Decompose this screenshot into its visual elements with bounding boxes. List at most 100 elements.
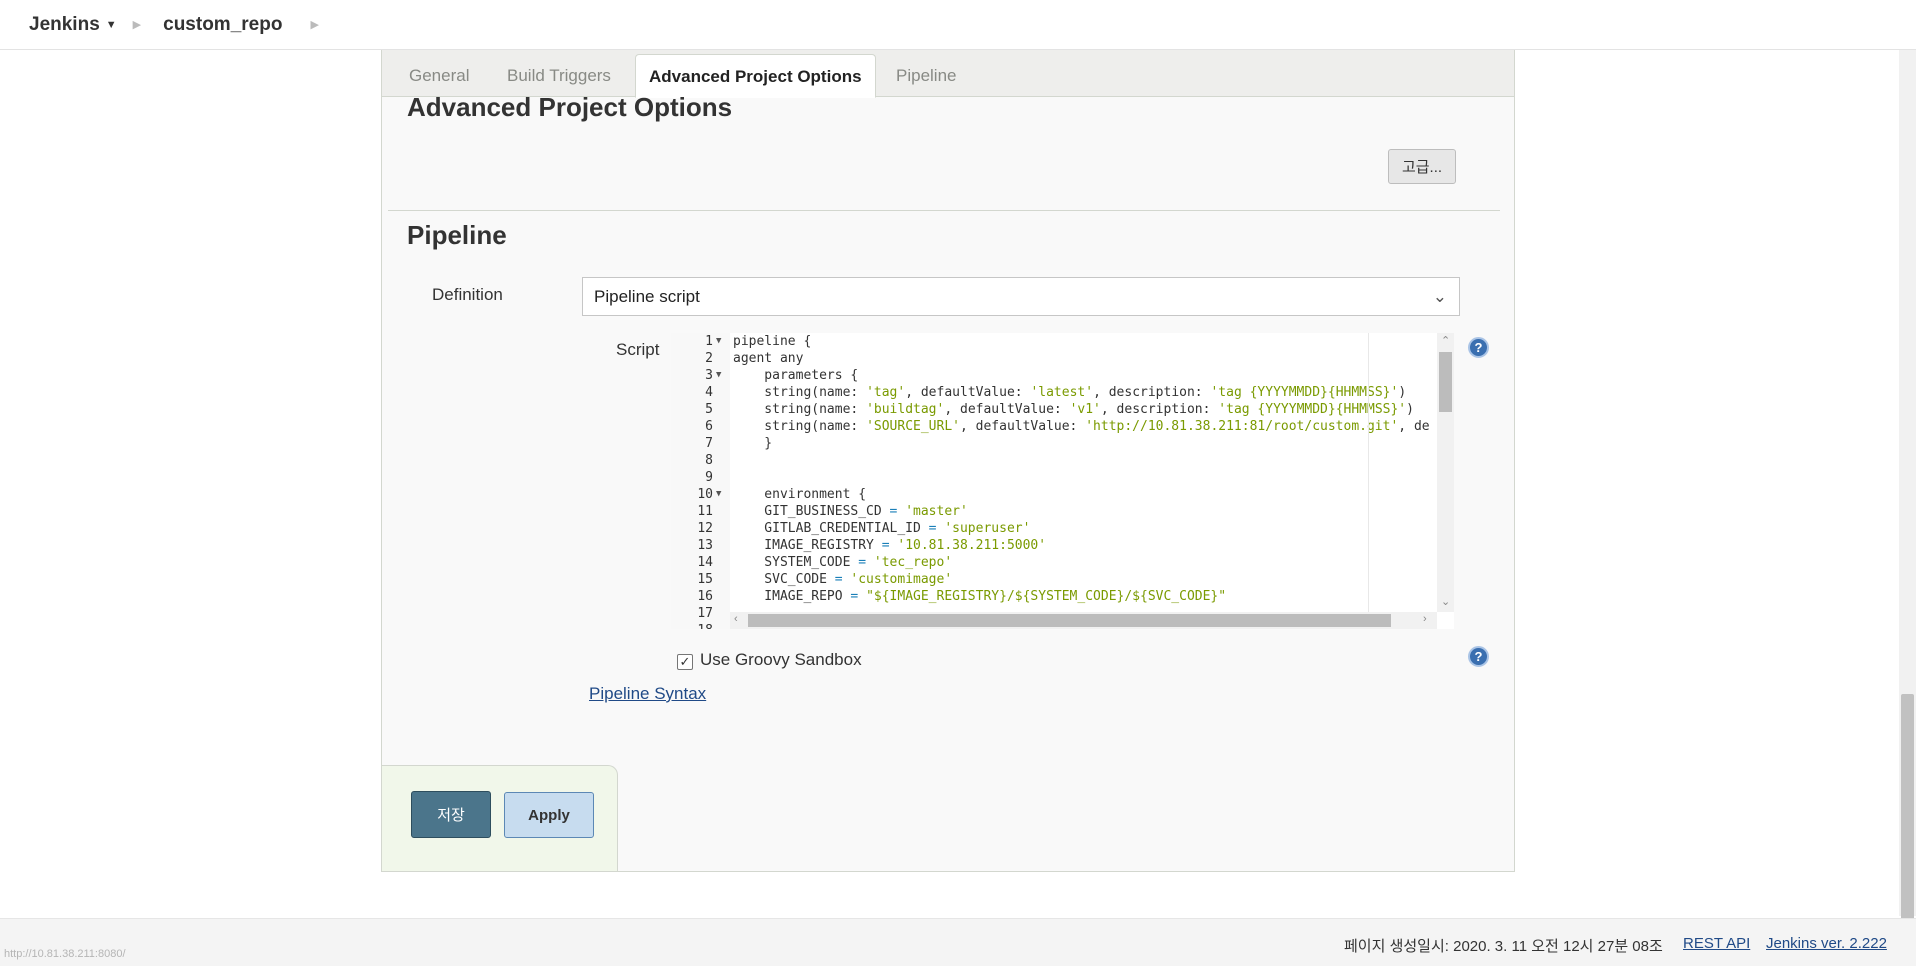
script-editor[interactable]: 1 ▼ pipeline {2 agent any 3 ▼ parameters {4 s… xyxy=(671,333,1454,629)
scroll-up-icon[interactable]: ⌃ xyxy=(1441,334,1450,347)
help-icon[interactable]: ? xyxy=(1468,646,1489,667)
page-scrollbar[interactable] xyxy=(1899,50,1916,964)
editor-horizontal-scrollbar[interactable]: ‹ › xyxy=(730,612,1437,629)
code-line[interactable]: 1 ▼ pipeline { xyxy=(671,333,1391,350)
groovy-sandbox-checkbox[interactable]: ✓ xyxy=(677,654,693,670)
code-text: GITLAB_CREDENTIAL_ID = 'superuser' xyxy=(733,520,1030,537)
code-token: string(name: xyxy=(733,402,867,417)
pipeline-heading: Pipeline xyxy=(407,220,507,250)
breadcrumb-job[interactable]: custom_repo xyxy=(163,14,282,36)
code-text: IMAGE_REGISTRY = '10.81.38.211:5000' xyxy=(733,537,1046,554)
code-operator: = xyxy=(928,521,937,536)
apply-button[interactable]: Apply xyxy=(504,792,594,838)
editor-vertical-scrollbar[interactable]: ⌃ ⌄ xyxy=(1437,333,1454,612)
save-button[interactable]: 저장 xyxy=(411,791,491,838)
tab-build-triggers[interactable]: Build Triggers xyxy=(507,66,611,86)
code-line[interactable]: 16 IMAGE_REPO = "${IMAGE_REGISTRY}/${SYS… xyxy=(671,588,1391,605)
fold-toggle-icon[interactable]: ▼ xyxy=(716,333,721,350)
line-number: 4 xyxy=(705,385,713,400)
code-line[interactable]: 12 GITLAB_CREDENTIAL_ID = 'superuser' xyxy=(671,520,1391,537)
groovy-sandbox-label[interactable]: Use Groovy Sandbox xyxy=(700,650,862,670)
code-token: , description: xyxy=(1100,402,1219,417)
line-number: 17 xyxy=(697,606,713,621)
code-token: } xyxy=(733,436,773,451)
code-token: IMAGE_REPO xyxy=(733,589,851,604)
breadcrumb: Jenkins ▼ ▶ custom_repo ▶ xyxy=(0,0,1916,50)
chevron-down-icon: ⌄ xyxy=(1432,287,1447,306)
code-text: string(name: 'buildtag', defaultValue: '… xyxy=(733,401,1414,418)
config-tabbar: General Build Triggers Advanced Project … xyxy=(382,50,1514,98)
line-number: 10 xyxy=(697,487,713,502)
jenkins-version-link[interactable]: Jenkins ver. 2.222 xyxy=(1766,935,1887,952)
fold-toggle-icon[interactable]: ▼ xyxy=(716,367,721,384)
code-string: 'tag' xyxy=(866,385,906,400)
definition-label: Definition xyxy=(432,285,503,304)
breadcrumb-separator-icon: ▶ xyxy=(132,19,142,31)
code-line[interactable]: 13 IMAGE_REGISTRY = '10.81.38.211:5000' xyxy=(671,537,1391,554)
code-line[interactable]: 11 GIT_BUSINESS_CD = 'master' xyxy=(671,503,1391,520)
code-token: , defaultValue: xyxy=(959,419,1086,434)
definition-select[interactable]: Pipeline script ⌄ xyxy=(582,277,1460,316)
code-text: GIT_BUSINESS_CD = 'master' xyxy=(733,503,968,520)
line-number: 8 xyxy=(705,453,713,468)
code-line[interactable]: 2 agent any xyxy=(671,350,1391,367)
code-line[interactable]: 9 xyxy=(671,469,1391,486)
code-text: environment { xyxy=(733,486,866,503)
code-token: , defaultValue: xyxy=(905,385,1031,400)
code-line[interactable]: 4 string(name: 'tag', defaultValue: 'lat… xyxy=(671,384,1406,401)
tab-general[interactable]: General xyxy=(409,66,469,86)
code-string: 'customimage' xyxy=(850,572,953,587)
code-token: agent any xyxy=(733,351,804,366)
code-token: ) xyxy=(1406,402,1414,417)
line-number: 3 xyxy=(705,368,713,383)
advanced-options-heading: Advanced Project Options xyxy=(407,92,733,122)
line-number: 5 xyxy=(705,402,713,417)
caret-down-icon[interactable]: ▼ xyxy=(106,19,117,31)
code-line[interactable]: 3 ▼ parameters { xyxy=(671,367,1391,384)
pipeline-syntax-link[interactable]: Pipeline Syntax xyxy=(589,684,706,704)
line-number: 14 xyxy=(697,555,713,570)
code-token: IMAGE_REGISTRY xyxy=(733,538,882,553)
line-number: 15 xyxy=(697,572,713,587)
scroll-left-icon[interactable]: ‹ xyxy=(734,613,738,625)
breadcrumb-separator-icon: ▶ xyxy=(310,19,319,31)
fold-toggle-icon[interactable]: ▼ xyxy=(716,486,721,503)
code-text: pipeline { xyxy=(733,333,811,350)
code-line[interactable]: 14 SYSTEM_CODE = 'tec_repo' xyxy=(671,554,1391,571)
rest-api-link[interactable]: REST API xyxy=(1683,935,1750,952)
editor-horizontal-scrollbar-thumb[interactable] xyxy=(748,614,1391,627)
section-divider xyxy=(388,210,1500,211)
code-operator: = xyxy=(881,538,890,553)
code-text: parameters { xyxy=(733,367,858,384)
code-line[interactable]: 6 string(name: 'SOURCE_URL', defaultValu… xyxy=(671,418,1429,435)
help-icon[interactable]: ? xyxy=(1468,337,1489,358)
code-operator: = xyxy=(858,555,867,570)
editor-vertical-scrollbar-thumb[interactable] xyxy=(1439,352,1452,412)
code-text: string(name: 'SOURCE_URL', defaultValue:… xyxy=(733,418,1429,435)
code-line[interactable]: 5 string(name: 'buildtag', defaultValue:… xyxy=(671,401,1414,418)
scroll-down-icon[interactable]: ⌄ xyxy=(1441,595,1450,608)
code-string: '10.81.38.211:5000' xyxy=(897,538,1047,553)
line-number: 1 xyxy=(705,334,713,349)
code-string: 'v1' xyxy=(1069,402,1101,417)
line-number: 18 xyxy=(671,622,713,629)
code-string: 'master' xyxy=(905,504,968,519)
advanced-button[interactable]: 고급... xyxy=(1388,149,1456,184)
scroll-right-icon[interactable]: › xyxy=(1423,613,1427,625)
code-line[interactable]: 7 } xyxy=(671,435,1391,452)
line-number: 12 xyxy=(697,521,713,536)
code-line[interactable]: 10 ▼ environment { xyxy=(671,486,1391,503)
config-panel: General Build Triggers Advanced Project … xyxy=(381,50,1515,872)
code-line[interactable]: 8 xyxy=(671,452,1391,469)
tab-pipeline[interactable]: Pipeline xyxy=(896,66,957,86)
code-string: 'http://10.81.38.211:81/root/custom.git' xyxy=(1085,419,1399,434)
footer: 페이지 생성일시: 2020. 3. 11 오전 12시 27분 08조 RES… xyxy=(0,918,1916,966)
code-line[interactable]: 15 SVC_CODE = 'customimage' xyxy=(671,571,1391,588)
breadcrumb-jenkins[interactable]: Jenkins ▼ xyxy=(29,14,117,36)
page-generated-time: 페이지 생성일시: 2020. 3. 11 오전 12시 27분 08조 xyxy=(1344,938,1663,955)
line-number: 7 xyxy=(705,436,713,451)
code-token: GIT_BUSINESS_CD xyxy=(733,504,890,519)
code-token: GITLAB_CREDENTIAL_ID xyxy=(733,521,929,536)
